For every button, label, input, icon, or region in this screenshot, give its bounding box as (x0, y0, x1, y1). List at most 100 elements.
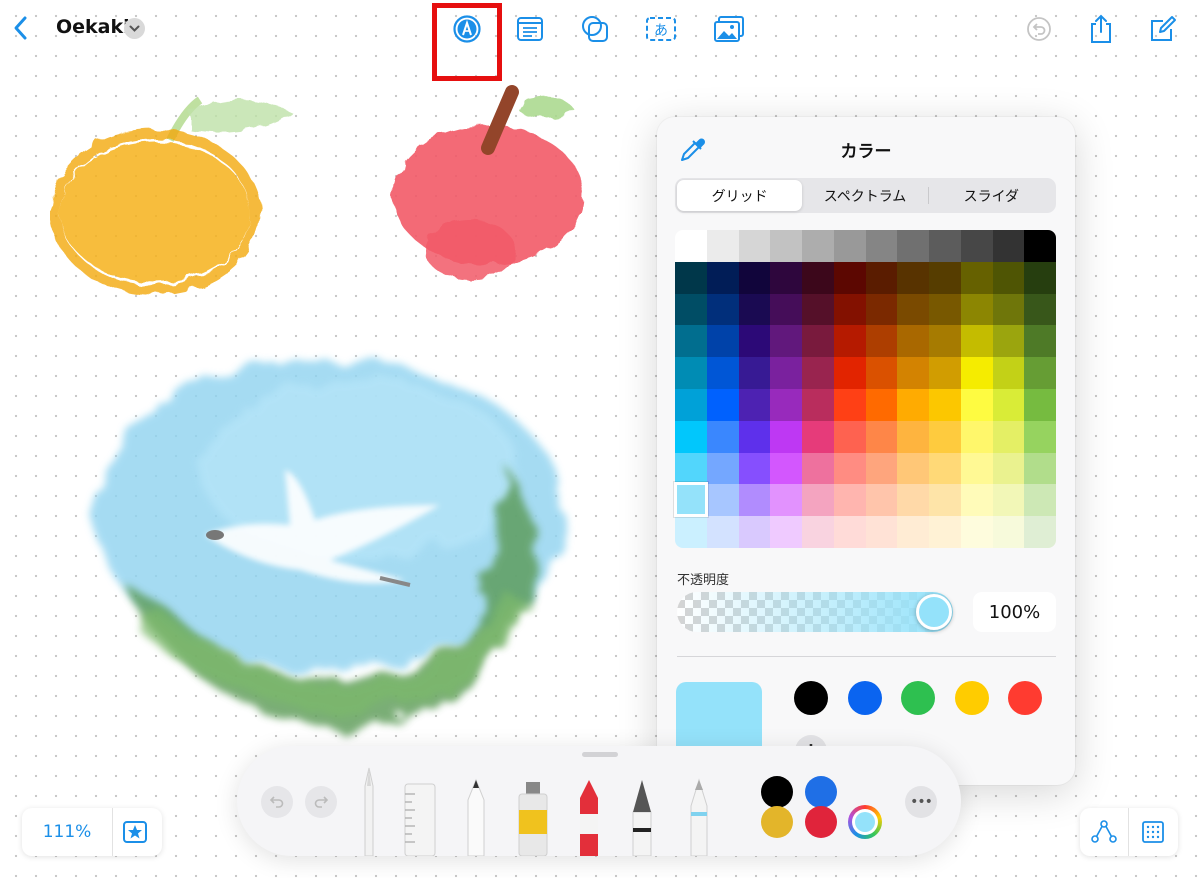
palette-color-blue[interactable] (805, 776, 837, 808)
share-icon[interactable] (1084, 12, 1118, 46)
grid-color-cell[interactable] (992, 230, 1025, 262)
grid-color-cell[interactable] (833, 516, 866, 548)
grid-color-cell[interactable] (675, 516, 707, 548)
grid-color-cell[interactable] (865, 261, 898, 294)
grid-color-cell[interactable] (706, 516, 739, 548)
text-box-icon[interactable] (513, 12, 547, 46)
title-menu-chevron-icon[interactable] (124, 18, 145, 39)
grid-color-cell[interactable] (1024, 452, 1056, 485)
grid-color-cell[interactable] (929, 452, 961, 485)
grid-color-cell[interactable] (833, 357, 866, 389)
palette-redo-icon[interactable] (305, 786, 337, 818)
grid-color-cell[interactable] (897, 357, 929, 389)
grid-color-cell[interactable] (738, 261, 771, 294)
grid-color-cell[interactable] (802, 388, 834, 421)
grid-color-cell[interactable] (770, 516, 802, 548)
grid-color-cell[interactable] (802, 484, 834, 517)
grid-color-cell[interactable] (833, 230, 866, 262)
grid-color-cell[interactable] (675, 325, 707, 358)
grid-color-cell[interactable] (706, 420, 739, 453)
fineliner-tool-icon[interactable] (465, 778, 487, 856)
grid-color-cell[interactable] (929, 484, 961, 517)
opacity-slider[interactable] (677, 592, 953, 632)
grid-color-cell[interactable] (738, 293, 771, 326)
opacity-value-field[interactable]: 100% (973, 592, 1056, 632)
grid-color-cell[interactable] (960, 293, 993, 326)
grid-color-cell[interactable] (897, 484, 929, 517)
favorite-color-blue[interactable] (848, 681, 882, 715)
grid-color-cell[interactable] (897, 516, 929, 548)
grid-color-cell[interactable] (802, 261, 834, 294)
grid-color-cell[interactable] (1024, 516, 1056, 548)
grid-color-cell[interactable] (706, 325, 739, 358)
grid-color-cell[interactable] (833, 452, 866, 485)
grid-color-cell[interactable] (1024, 420, 1056, 453)
grid-color-cell[interactable] (929, 388, 961, 421)
grid-color-cell[interactable] (960, 325, 993, 358)
grid-color-cell[interactable] (1024, 357, 1056, 389)
media-icon[interactable] (712, 12, 746, 46)
grid-color-cell[interactable] (960, 516, 993, 548)
grid-color-cell[interactable] (929, 293, 961, 326)
grid-color-cell[interactable] (897, 230, 929, 262)
grid-color-cell[interactable] (833, 420, 866, 453)
grid-color-cell[interactable] (833, 388, 866, 421)
grid-color-cell[interactable] (1024, 261, 1056, 294)
grid-toggle-icon[interactable] (1141, 820, 1165, 848)
grid-color-cell[interactable] (960, 388, 993, 421)
grid-color-cell[interactable] (897, 452, 929, 485)
grid-color-cell[interactable] (897, 293, 929, 326)
grid-color-cell[interactable] (865, 357, 898, 389)
grid-color-cell[interactable] (992, 261, 1025, 294)
grid-color-cell[interactable] (992, 484, 1025, 517)
grid-color-cell[interactable] (738, 230, 771, 262)
grid-color-cell[interactable] (675, 261, 707, 294)
grid-color-cell[interactable] (706, 452, 739, 485)
tab-spectrum[interactable]: スペクトラム (802, 180, 927, 211)
favorite-color-red[interactable] (1008, 681, 1042, 715)
grid-color-cell[interactable] (833, 325, 866, 358)
grid-color-cell[interactable] (865, 388, 898, 421)
fountain-pen-tool-icon[interactable] (629, 778, 655, 856)
zoom-level[interactable]: 111% (22, 808, 112, 856)
grid-color-cell[interactable] (802, 516, 834, 548)
grid-color-cell[interactable] (897, 325, 929, 358)
grid-color-cell[interactable] (992, 357, 1025, 389)
paint-tube-tool-icon[interactable] (516, 780, 550, 856)
grid-color-cell[interactable] (706, 484, 739, 517)
grid-color-cell[interactable] (770, 420, 802, 453)
favorite-color-green[interactable] (901, 681, 935, 715)
grid-color-cell[interactable] (929, 325, 961, 358)
grid-color-cell[interactable] (738, 420, 771, 453)
grid-color-cell[interactable] (675, 420, 707, 453)
favorite-color-yellow[interactable] (955, 681, 989, 715)
palette-color-black[interactable] (761, 776, 793, 808)
sticky-text-icon[interactable]: あ (644, 12, 678, 46)
grid-color-cell[interactable] (960, 261, 993, 294)
new-board-icon[interactable] (1146, 12, 1180, 46)
grid-color-cell[interactable] (865, 452, 898, 485)
grid-color-cell[interactable] (960, 452, 993, 485)
grid-color-cell[interactable] (865, 230, 898, 262)
grid-color-cell[interactable] (1024, 325, 1056, 358)
palette-grabber[interactable] (582, 752, 618, 757)
grid-color-cell[interactable] (992, 420, 1025, 453)
grid-color-cell[interactable] (706, 357, 739, 389)
opacity-slider-thumb[interactable] (916, 594, 952, 630)
grid-color-cell[interactable] (770, 325, 802, 358)
grid-color-cell[interactable] (738, 388, 771, 421)
tab-sliders[interactable]: スライダ (929, 180, 1054, 211)
grid-color-cell[interactable] (1024, 293, 1056, 326)
crayon-tool-icon[interactable] (577, 778, 601, 856)
grid-color-cell[interactable] (1024, 484, 1056, 517)
ruler-tool-icon[interactable] (403, 782, 437, 856)
grid-color-cell[interactable] (706, 388, 739, 421)
grid-color-cell[interactable] (770, 357, 802, 389)
grid-color-cell[interactable] (929, 516, 961, 548)
grid-color-cell[interactable] (865, 325, 898, 358)
tab-grid[interactable]: グリッド (677, 180, 803, 211)
grid-color-cell[interactable] (770, 388, 802, 421)
star-icon[interactable] (122, 820, 148, 848)
grid-color-cell[interactable] (675, 357, 707, 389)
grid-color-cell[interactable] (675, 388, 707, 421)
